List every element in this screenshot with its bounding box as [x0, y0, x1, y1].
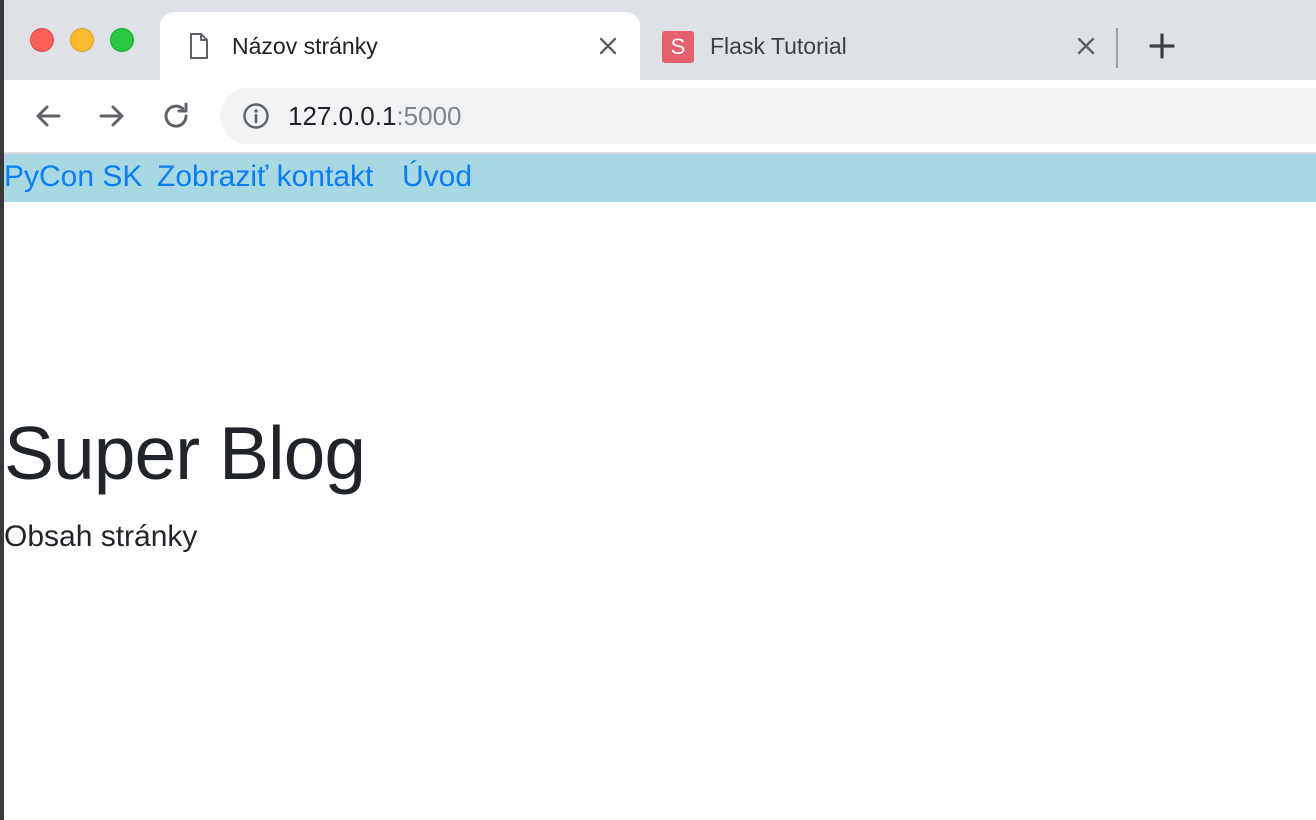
url-text[interactable]: 127.0.0.1:5000 [288, 101, 462, 132]
nav-link-home[interactable]: Úvod [402, 160, 472, 194]
address-bar[interactable]: 127.0.0.1:5000 [220, 88, 1316, 144]
tab-divider [1116, 28, 1118, 68]
window-close-button[interactable] [30, 28, 54, 52]
page-title: Super Blog [4, 411, 366, 495]
page-content-text: Obsah stránky [4, 520, 198, 553]
window-minimize-button[interactable] [70, 28, 94, 52]
window-edge [0, 0, 4, 820]
browser-toolbar: 127.0.0.1:5000 [0, 80, 1316, 154]
tab-strip: Názov stránky S Flask Tutorial [0, 0, 1316, 80]
s-favicon-icon: S [662, 31, 694, 63]
close-icon[interactable] [1074, 34, 1098, 58]
url-port: :5000 [396, 101, 462, 131]
site-navbar: PyCon SK Zobraziť kontakt Úvod [0, 154, 1316, 202]
back-arrow-icon[interactable] [30, 98, 66, 134]
tab-inactive[interactable]: S Flask Tutorial [648, 12, 1118, 80]
new-tab-plus-icon[interactable] [1146, 30, 1178, 62]
nav-link-contact[interactable]: Zobraziť kontakt [157, 160, 373, 194]
nav-link-pycon-sk[interactable]: PyCon SK [4, 160, 142, 194]
reload-icon[interactable] [158, 98, 194, 134]
tab-title: Flask Tutorial [710, 33, 847, 59]
close-icon[interactable] [596, 34, 620, 58]
info-icon[interactable] [242, 102, 270, 130]
window-maximize-button[interactable] [110, 28, 134, 52]
tab-title: Názov stránky [232, 33, 378, 59]
tab-active[interactable]: Názov stránky [160, 12, 640, 80]
forward-arrow-icon[interactable] [94, 98, 130, 134]
document-icon [190, 33, 208, 59]
url-host: 127.0.0.1 [288, 101, 397, 131]
